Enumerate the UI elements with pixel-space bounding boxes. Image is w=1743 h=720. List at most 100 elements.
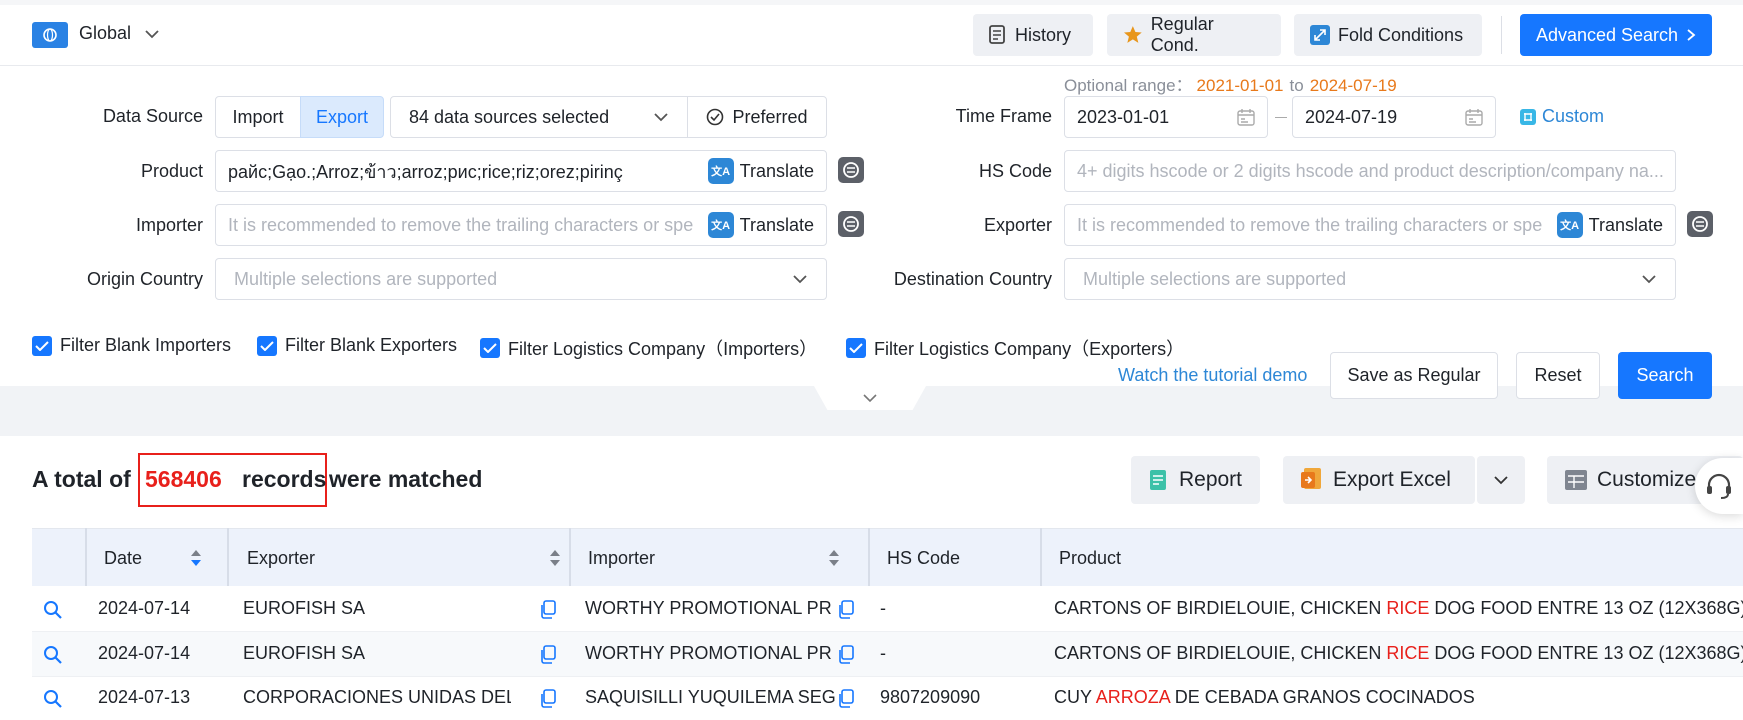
search-icon[interactable]: [43, 689, 63, 709]
destination-country-select[interactable]: Multiple selections are supported: [1064, 258, 1676, 300]
region-selector[interactable]: Global: [79, 23, 131, 44]
cell-product: CARTONS OF BIRDIELOUIE, CHICKEN RICE DOG…: [1054, 643, 1743, 664]
destination-country-placeholder: Multiple selections are supported: [1083, 268, 1347, 289]
advanced-search-button[interactable]: Advanced Search: [1520, 14, 1712, 56]
column-separator: [868, 528, 870, 586]
checkbox-checked-icon: [257, 335, 277, 356]
product-text: DOG FOOD ENTRE 13 OZ (12X368G) BR: [1429, 598, 1743, 618]
exporter-translate-button[interactable]: 文A Translate: [1556, 212, 1663, 238]
exporter-label: Exporter: [983, 215, 1052, 235]
history-label: History: [1015, 24, 1072, 45]
chevron-right-icon: [1687, 29, 1696, 41]
filter-blank-importers[interactable]: Filter Blank Importers: [32, 335, 231, 356]
optional-range-end: 2024-07-19: [1309, 76, 1397, 95]
cell-importer[interactable]: SAQUISILLI YUQUILEMA SEG: [585, 687, 835, 708]
sort-icon[interactable]: [549, 547, 561, 569]
product-keyword: RICE: [1386, 643, 1430, 663]
results-records: records: [242, 466, 327, 492]
cell-importer[interactable]: WORTHY PROMOTIONAL PR: [585, 598, 845, 619]
chevron-down-icon: [1494, 476, 1508, 485]
filter-label: Filter Blank Importers: [60, 335, 232, 355]
product-label: Product: [140, 161, 203, 181]
column-exporter[interactable]: Exporter: [247, 529, 561, 587]
save-as-regular-button[interactable]: Save as Regular: [1330, 352, 1498, 399]
product-text: CARTONS OF BIRDIELOUIE, CHICKEN: [1054, 643, 1387, 663]
fold-conditions-button[interactable]: Fold Conditions: [1294, 14, 1482, 56]
export-toggle[interactable]: Export: [300, 96, 384, 138]
cell-date: 2024-07-13: [98, 687, 191, 707]
filter-blank-exporters[interactable]: Filter Blank Exporters: [257, 335, 457, 356]
reset-button[interactable]: Reset: [1516, 352, 1600, 399]
data-sources-select[interactable]: 84 data sources selected: [390, 96, 688, 138]
regular-conditions-button[interactable]: Regular Cond.: [1107, 14, 1281, 56]
sort-icon[interactable]: [828, 547, 840, 569]
chevron-down-icon[interactable]: [144, 29, 160, 39]
filter-label: Filter Logistics Company（Exporters）: [874, 339, 1185, 359]
copy-icon[interactable]: [540, 600, 556, 619]
custom-button[interactable]: Custom: [1520, 106, 1604, 127]
hs-code-label: HS Code: [978, 161, 1052, 181]
time-frame-label: Time Frame: [955, 106, 1052, 126]
table-row: 2024-07-13 CORPORACIONES UNIDAS DEL AU S…: [32, 677, 1743, 720]
column-importer[interactable]: Importer: [588, 529, 840, 587]
divider: [1501, 16, 1502, 54]
search-label: Search: [1636, 365, 1694, 385]
search-button[interactable]: Search: [1618, 352, 1712, 399]
preferred-button[interactable]: Preferred: [687, 96, 827, 138]
filter-logistics-exporters[interactable]: Filter Logistics Company（Exporters）: [846, 335, 1184, 361]
export-dropdown-button[interactable]: [1477, 456, 1525, 504]
tutorial-link[interactable]: Watch the tutorial demo: [1118, 365, 1307, 386]
cell-exporter[interactable]: EUROFISH SA: [243, 643, 503, 664]
regular-label: Regular Cond.: [1150, 14, 1214, 55]
column-hs-code-label: HS Code: [887, 547, 961, 568]
copy-icon[interactable]: [838, 600, 854, 619]
hs-code-input[interactable]: 4+ digits hscode or 2 digits hscode and …: [1064, 150, 1676, 192]
copy-icon[interactable]: [540, 689, 556, 708]
sort-icon[interactable]: [190, 547, 202, 569]
custom-label: Custom: [1542, 106, 1605, 126]
collapse-toggle[interactable]: [814, 386, 926, 410]
exporter-input[interactable]: It is recommended to remove the trailing…: [1064, 204, 1676, 246]
export-excel-button[interactable]: Export Excel: [1283, 456, 1475, 504]
importer-input[interactable]: It is recommended to remove the trailing…: [215, 204, 827, 246]
globe-icon[interactable]: [32, 22, 68, 48]
translate-icon: 文A: [707, 158, 734, 184]
cell-exporter[interactable]: CORPORACIONES UNIDAS DEL AU: [243, 687, 511, 708]
translate-label: Translate: [1588, 214, 1663, 235]
start-date-input[interactable]: 2023-01-01: [1064, 96, 1268, 138]
copy-icon[interactable]: [540, 645, 556, 664]
history-button[interactable]: History: [973, 14, 1093, 56]
search-icon[interactable]: [43, 600, 63, 620]
copy-icon[interactable]: [838, 689, 854, 708]
importer-synonym-icon[interactable]: [838, 211, 864, 237]
history-icon: [989, 25, 1005, 44]
import-toggle[interactable]: Import: [215, 96, 301, 138]
importer-placeholder: It is recommended to remove the trailing…: [228, 214, 694, 235]
translate-label: Translate: [739, 214, 814, 235]
cell-exporter[interactable]: EUROFISH SA: [243, 598, 503, 619]
cell-importer[interactable]: WORTHY PROMOTIONAL PR: [585, 643, 845, 664]
column-importer-label: Importer: [588, 547, 656, 568]
date-range-separator: [1275, 117, 1287, 118]
report-button[interactable]: Report: [1131, 456, 1260, 504]
search-icon[interactable]: [43, 645, 63, 665]
product-input[interactable]: райс;Gạo.;Arroz;ข้าว;arroz;рис;rice;riz;…: [215, 150, 827, 192]
reset-label: Reset: [1534, 365, 1582, 385]
column-date[interactable]: Date: [104, 529, 202, 587]
filter-logistics-importers[interactable]: Filter Logistics Company（Importers）: [480, 335, 817, 361]
cell-date: 2024-07-14: [98, 643, 191, 663]
product-translate-button[interactable]: 文A Translate: [707, 158, 814, 184]
copy-icon[interactable]: [838, 645, 854, 664]
hs-code-placeholder: 4+ digits hscode or 2 digits hscode and …: [1077, 160, 1663, 181]
origin-country-select[interactable]: Multiple selections are supported: [215, 258, 827, 300]
end-date-input[interactable]: 2024-07-19: [1292, 96, 1496, 138]
report-label: Report: [1178, 468, 1242, 491]
filter-label: Filter Logistics Company（Importers）: [508, 339, 818, 359]
support-widget[interactable]: [1695, 458, 1743, 514]
product-keyword: ARROZA: [1095, 687, 1170, 707]
exporter-synonym-icon[interactable]: [1687, 211, 1713, 237]
product-synonym-icon[interactable]: [838, 157, 864, 183]
fold-icon: [1310, 25, 1330, 45]
importer-translate-button[interactable]: 文A Translate: [707, 212, 814, 238]
filter-label: Filter Blank Exporters: [285, 335, 458, 355]
